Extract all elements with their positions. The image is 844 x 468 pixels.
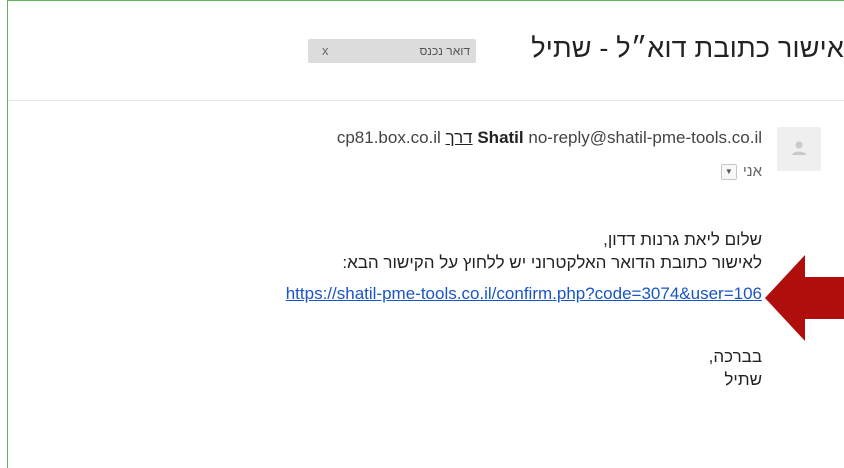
recipient-details-dropdown[interactable]: ▼ — [720, 163, 737, 180]
recipient-label: אני — [742, 163, 762, 180]
email-subject: אישור כתובת דוא״ל - שתיל — [531, 33, 844, 63]
email-signoff: בברכה, שתיל — [709, 345, 762, 391]
sender-avatar[interactable] — [777, 127, 821, 171]
inbox-label-chip[interactable]: x דואר נכנס — [308, 39, 476, 63]
confirm-link[interactable]: https://shatil-pme-tools.co.il/confirm.p… — [286, 284, 762, 304]
triangle-down-icon: ▼ — [724, 166, 733, 176]
sender-email: no-reply@shatil-pme-tools.co.il — [528, 128, 762, 147]
subject-bar: אישור כתובת דוא״ל - שתיל x דואר נכנס — [8, 1, 844, 100]
header-divider — [8, 100, 844, 101]
remove-label-button[interactable]: x — [322, 43, 329, 58]
email-view: אישור כתובת דוא״ל - שתיל x דואר נכנס Sha… — [0, 0, 844, 468]
via-link[interactable]: דרך — [446, 128, 473, 147]
email-body-intro: שלום ליאת גרנות דדון, לאישור כתובת הדואר… — [42, 228, 762, 274]
inbox-label-text: דואר נכנס — [419, 44, 470, 58]
instruction-text: לאישור כתובת הדואר האלקטרוני יש ללחוץ על… — [342, 253, 762, 272]
red-arrow-pointing-left-icon — [765, 255, 844, 341]
sender-name[interactable]: Shatil — [477, 128, 523, 147]
recipient-line: אני ▼ — [720, 163, 762, 180]
via-domain: cp81.box.co.il — [336, 128, 441, 147]
sender-line: Shatil no-reply@shatil-pme-tools.co.il ד… — [337, 128, 762, 148]
closing-text: בברכה, — [708, 347, 762, 366]
signature-text: שתיל — [724, 370, 762, 389]
default-person-icon — [792, 141, 806, 155]
greeting-text: שלום ליאת גרנות דדון, — [603, 230, 762, 249]
